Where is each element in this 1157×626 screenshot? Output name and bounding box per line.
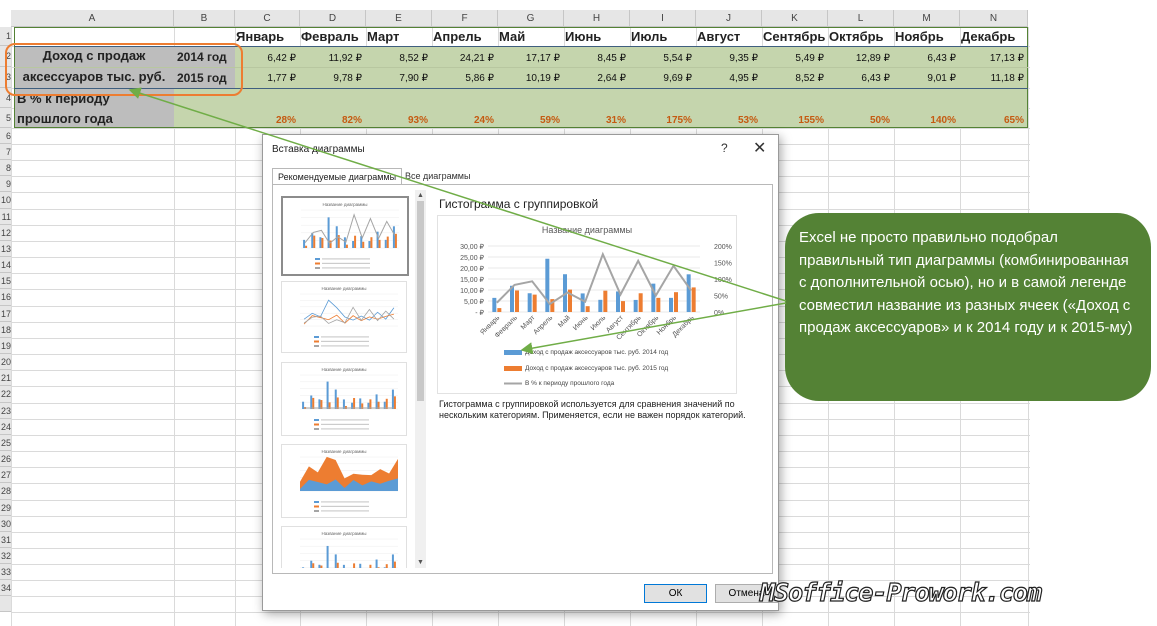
- watermark-logo: MSoffice-Prowork.com: [759, 577, 1042, 607]
- annotation-arrows: [128, 87, 787, 355]
- arrow-to-row-label: [128, 87, 787, 302]
- arrow-to-legend: [520, 302, 787, 355]
